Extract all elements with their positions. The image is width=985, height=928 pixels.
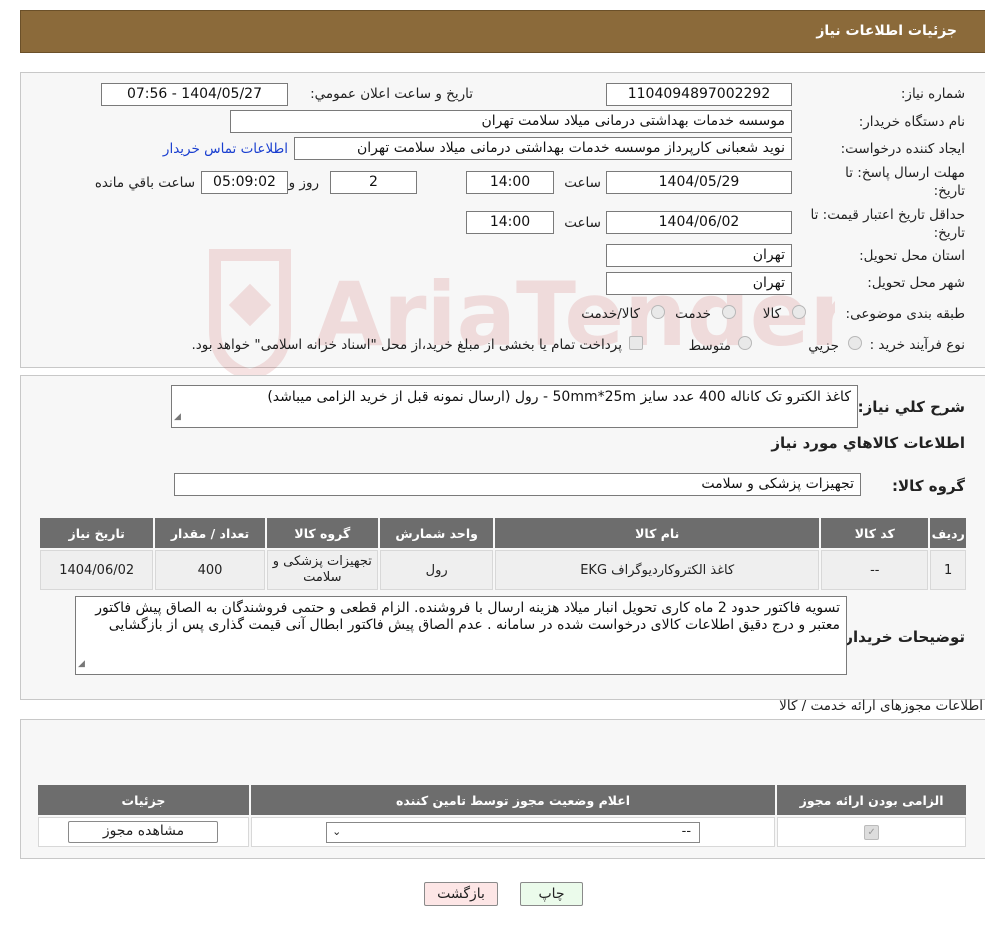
goods-table-header: ردیف کد کالا نام کالا واحد شمارش گروه کا… [40,518,966,548]
col-group: گروه کالا [266,518,378,548]
view-permit-button[interactable]: مشاهده مجوز [68,821,219,843]
process-note: پرداخت تمام یا بخشی از مبلغ خرید،از محل … [191,337,622,353]
process-partial-label: جزیي [808,338,839,354]
col-permit-status: اعلام وضعیت مجوز توسط تامین کننده [250,785,776,815]
validity-time-field: 14:00 [466,211,554,234]
deadline-time-field: 14:00 [466,171,554,194]
creator-label: ایجاد کننده درخواست: [840,141,965,157]
summary-text: کاغذ الکترو تک کاناله 400 عدد سایز 50mm*… [267,389,851,405]
col-unit: واحد شمارش [379,518,494,548]
process-label: نوع فرآیند خرید : [869,337,965,353]
buyer-field: موسسه خدمات بهداشتی درمانی میلاد سلامت ت… [230,110,792,133]
buyer-notes-text: تسویه فاکتور حدود 2 ماه کاری تحویل انبار… [95,600,840,633]
days-field: 2 [330,171,417,194]
back-button[interactable]: بازگشت [424,882,498,906]
permit-status-cell: -- ⌄ [250,817,776,847]
permits-table-header: الزامی بودن ارائه مجوز اعلام وضعیت مجوز … [38,785,966,815]
page-title: جزئیات اطلاعات نیاز [20,10,985,53]
category-goods-label: کالا [762,306,781,322]
summary-textarea[interactable]: کاغذ الکترو تک کاناله 400 عدد سایز 50mm*… [171,385,858,428]
category-both-radio[interactable] [651,305,665,319]
cell-qty: 400 [155,550,265,590]
process-treasury-checkbox[interactable] [629,336,643,350]
summary-label: شرح کلي نیاز: [857,398,965,416]
print-button[interactable]: چاپ [520,882,583,906]
goods-group-label: گروه کالا: [892,477,965,495]
table-row: 1 -- کاغذ الکتروکاردیوگراف EKG رول تجهیز… [40,550,966,590]
category-service-radio[interactable] [722,305,736,319]
col-name: نام کالا [495,518,820,548]
cell-name: کاغذ الکتروکاردیوگراف EKG [495,550,820,590]
category-service-label: خدمت [675,306,711,322]
buyer-notes-label: توضیحات خریدار: [838,628,965,646]
city-field: تهران [606,272,792,295]
announce-field: 1404/05/27 - 07:56 [101,83,288,106]
province-field: تهران [606,244,792,267]
days-label: روز و [288,175,319,191]
deadline-label: مهلت ارسال پاسخ: تا تاریخ: [845,165,965,199]
remaining-label: ساعت باقي مانده [94,175,195,191]
permit-status-value: -- [681,823,692,839]
chevron-down-icon: ⌄ [332,824,342,838]
deadline-time-label: ساعت [564,175,601,191]
category-both-label: کالا/خدمت [581,306,640,322]
col-permit-details: جزئیات [38,785,249,815]
buyer-label: نام دستگاه خریدار: [858,114,965,130]
col-row: ردیف [930,518,966,548]
col-code: کد کالا [821,518,929,548]
permits-table: الزامی بودن ارائه مجوز اعلام وضعیت مجوز … [36,783,968,849]
province-label: استان محل تحویل: [859,248,965,264]
permit-status-select[interactable]: -- ⌄ [326,821,701,843]
validity-date-field: 1404/06/02 [606,211,792,234]
cell-date: 1404/06/02 [40,550,154,590]
cell-unit: رول [379,550,494,590]
col-permit-required: الزامی بودن ارائه مجوز [777,785,966,815]
permit-details-cell: مشاهده مجوز [38,817,249,847]
resize-grip-icon[interactable]: ◢ [78,656,85,673]
process-medium-label: متوسط [688,338,731,354]
cell-group: تجهیزات پزشکی و سلامت [266,550,378,590]
col-qty: تعداد / مقدار [155,518,265,548]
validity-time-label: ساعت [564,215,601,231]
cell-code: -- [821,550,929,590]
need-number-label: شماره نیاز: [900,86,965,102]
permits-section-title: اطلاعات مجوزهای ارائه خدمت / کالا [779,698,983,714]
deadline-date-field: 1404/05/29 [606,171,792,194]
category-goods-radio[interactable] [792,305,806,319]
process-medium-radio[interactable] [738,336,752,350]
permit-required-checkbox[interactable]: ✓ [864,825,880,840]
announce-label: تاریخ و ساعت اعلان عمومي: [310,86,473,102]
buyer-notes-textarea[interactable]: تسویه فاکتور حدود 2 ماه کاری تحویل انبار… [75,596,847,675]
goods-section-title: اطلاعات کالاهاي مورد نیاز [771,434,965,452]
cell-row: 1 [930,550,966,590]
resize-grip-icon[interactable]: ◢ [174,409,181,426]
category-label: طبقه بندی موضوعی: [845,306,965,322]
col-date: تاریخ نیاز [40,518,154,548]
goods-table: ردیف کد کالا نام کالا واحد شمارش گروه کا… [38,516,968,592]
creator-field: نوید شعبانی کارپرداز موسسه خدمات بهداشتی… [294,137,792,160]
goods-group-field: تجهیزات پزشکی و سلامت [174,473,861,496]
table-row: ✓ -- ⌄ مشاهده مجوز [38,817,966,847]
city-label: شهر محل تحویل: [867,275,965,291]
contact-buyer-link[interactable]: اطلاعات تماس خریدار [163,141,288,157]
need-number-field: 1104094897002292 [606,83,792,106]
permit-required-cell: ✓ [777,817,966,847]
remaining-time-field: 05:09:02 [201,171,288,194]
process-partial-radio[interactable] [848,336,862,350]
validity-label: حداقل تاریخ اعتبار قیمت: تا تاریخ: [810,207,965,241]
